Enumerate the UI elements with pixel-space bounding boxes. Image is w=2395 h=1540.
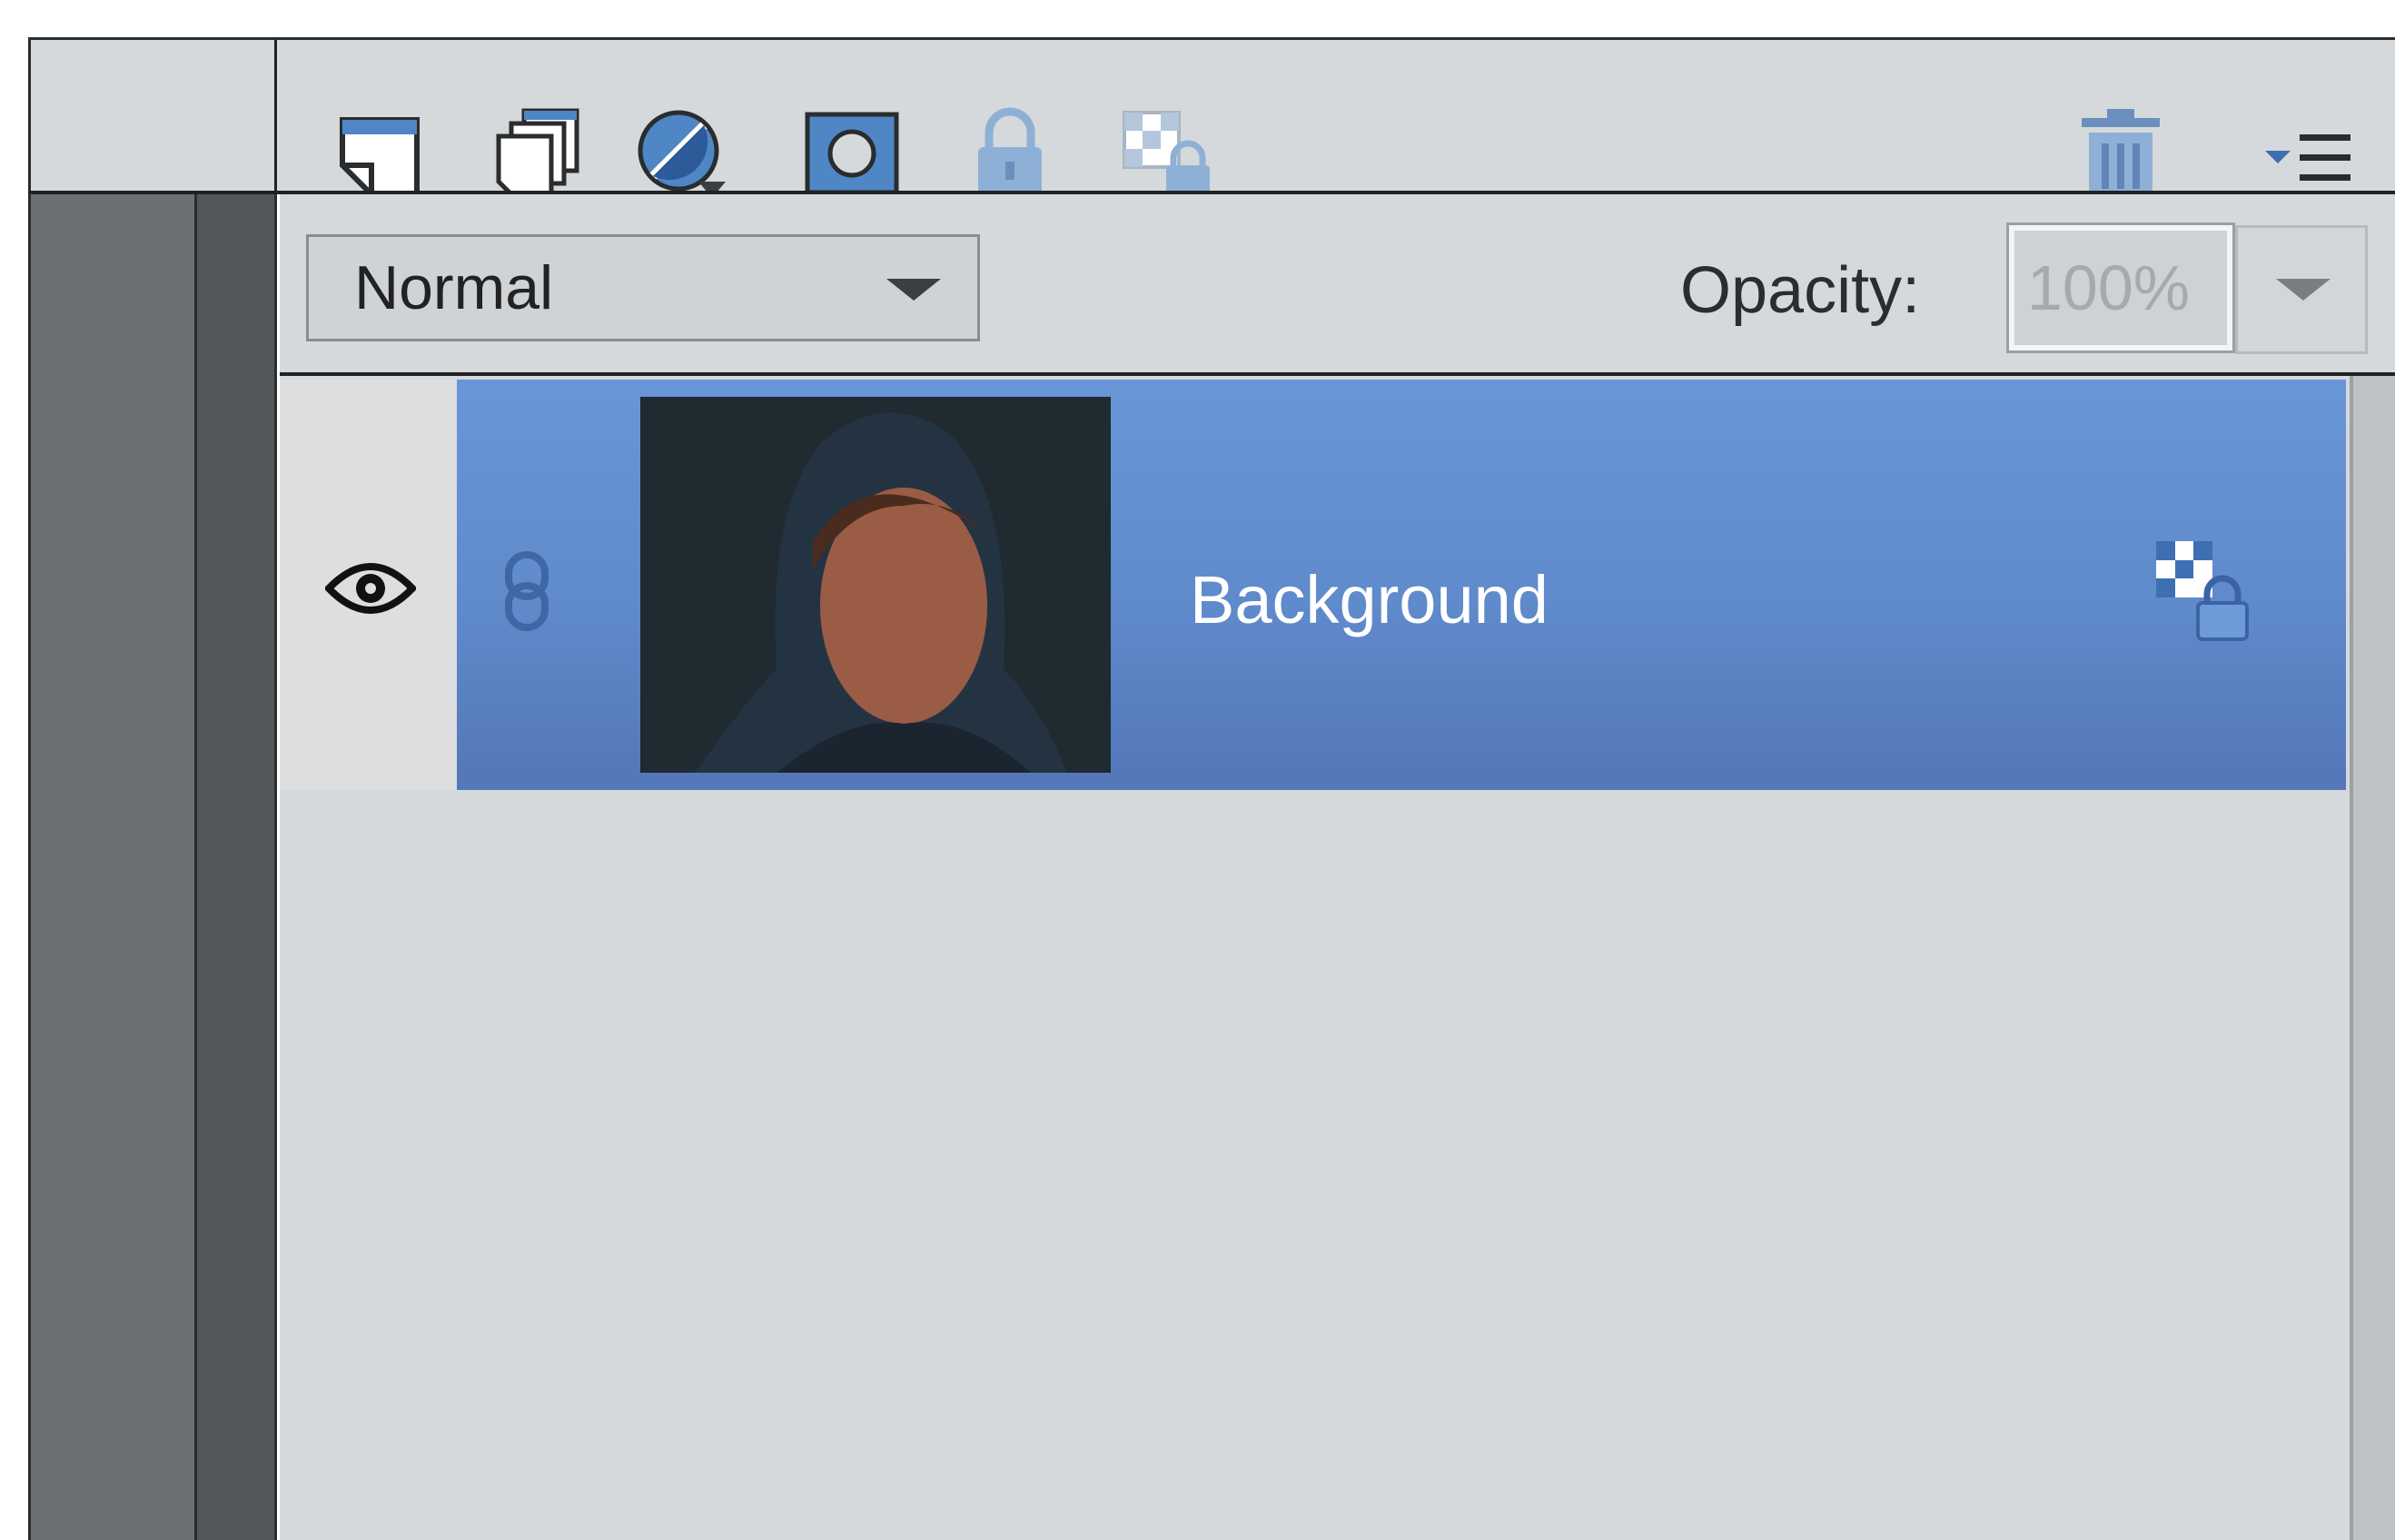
- chevron-down-icon: [886, 279, 941, 301]
- layers-toolbar: [277, 40, 2395, 201]
- left-column-panel: [28, 193, 194, 1540]
- adjustment-layer-icon[interactable]: [633, 104, 733, 203]
- left-column-header: [28, 40, 277, 193]
- left-column-divider: [194, 193, 277, 1540]
- trash-icon[interactable]: [2071, 104, 2171, 203]
- blend-mode-value: Normal: [354, 253, 554, 322]
- panel-menu-icon[interactable]: [2252, 104, 2361, 203]
- scrollbar[interactable]: [2350, 376, 2395, 1540]
- layer-thumbnail: [640, 397, 1111, 773]
- eye-icon[interactable]: [325, 552, 416, 625]
- lock-transparency-icon: [2153, 538, 2252, 642]
- lock-transparency-icon[interactable]: [1117, 104, 1217, 203]
- blend-mode-select[interactable]: Normal: [306, 234, 980, 341]
- lock-all-icon[interactable]: [960, 104, 1060, 203]
- opacity-label: Opacity:: [1680, 254, 1921, 327]
- opacity-input[interactable]: 100%: [2006, 222, 2235, 353]
- link-icon[interactable]: [498, 549, 556, 633]
- layer-name[interactable]: Background: [1190, 559, 1549, 641]
- layer-mask-icon[interactable]: [802, 104, 902, 203]
- opacity-value: 100%: [2027, 252, 2191, 323]
- new-group-icon[interactable]: [488, 104, 588, 203]
- new-layer-icon[interactable]: [333, 104, 433, 203]
- opacity-dropdown-button[interactable]: [2235, 225, 2368, 354]
- panel-left-border: [28, 37, 31, 1540]
- chevron-down-icon: [2276, 279, 2331, 301]
